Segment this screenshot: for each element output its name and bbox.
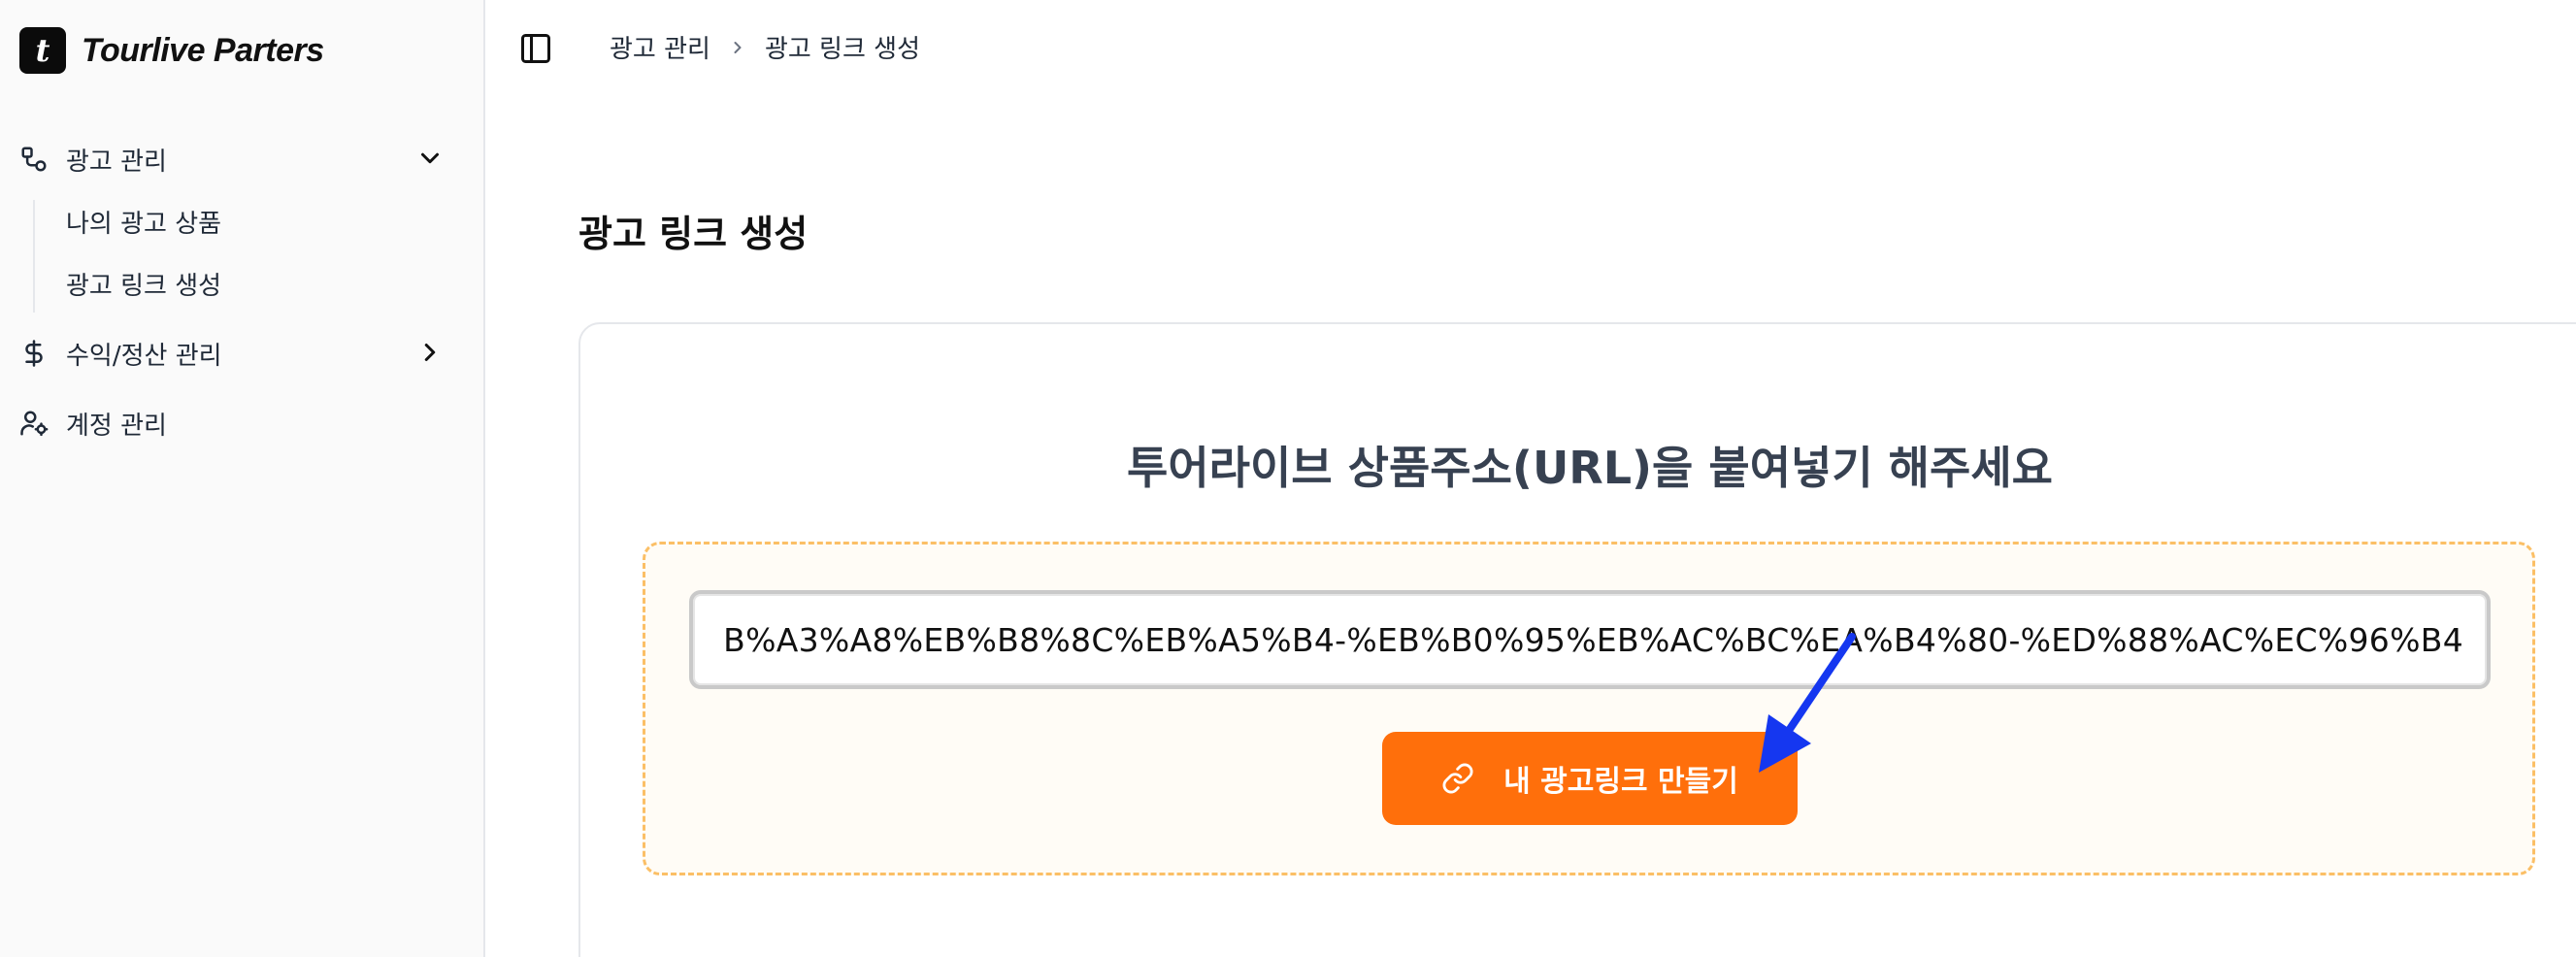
- app-root: t Tourlive Parters 광고 관리 나의 광고 상품 광고 링크 …: [0, 0, 2576, 957]
- sidebar-subitem-create-ad-link[interactable]: 광고 링크 생성: [66, 260, 221, 307]
- sidebar-item-label: 계정 관리: [66, 411, 167, 441]
- sidebar-subitem-my-ad-products[interactable]: 나의 광고 상품: [66, 198, 221, 245]
- sidebar-item-label: 광고 관리: [66, 147, 167, 177]
- breadcrumb-item-current: 광고 링크 생성: [764, 35, 921, 64]
- dollar-icon: [17, 337, 50, 370]
- brand-logo: t: [19, 27, 66, 74]
- sidebar-item-label: 수익/정산 관리: [66, 341, 222, 371]
- chevron-right-icon[interactable]: [415, 338, 445, 367]
- breadcrumb-item-ad-management[interactable]: 광고 관리: [610, 29, 710, 65]
- page-title: 광고 링크 생성: [578, 213, 809, 255]
- chevron-down-icon[interactable]: [415, 144, 445, 173]
- breadcrumb: 광고 관리 광고 링크 생성: [610, 29, 920, 65]
- sidebar-toggle-icon[interactable]: [518, 31, 553, 66]
- sidebar-item-ad-management[interactable]: 광고 관리: [17, 132, 454, 186]
- url-prompt-heading: 투어라이브 상품주소(URL)을 붙여넣기 해주세요: [1127, 442, 2053, 494]
- sidebar: t Tourlive Parters 광고 관리 나의 광고 상품 광고 링크 …: [0, 0, 485, 957]
- sidebar-item-revenue-settlement[interactable]: 수익/정산 관리: [17, 326, 454, 380]
- link-icon: [1442, 763, 1473, 794]
- chevron-right-icon: [734, 41, 742, 53]
- url-input-value[interactable]: B%A3%A8%EB%B8%8C%EB%A5%B4-%EB%B0%95%EB%A…: [695, 596, 2485, 683]
- brand[interactable]: t Tourlive Parters: [19, 27, 324, 74]
- sidebar-item-account-management[interactable]: 계정 관리: [17, 396, 454, 450]
- create-ad-link-button[interactable]: 내 광고링크 만들기: [1382, 732, 1798, 825]
- user-cog-icon: [17, 407, 50, 440]
- create-ad-link-button-label: 내 광고링크 만들기: [1503, 765, 1738, 799]
- submenu-divider: [33, 200, 35, 313]
- workflow-icon: [17, 143, 50, 176]
- brand-name: Tourlive Parters: [82, 31, 324, 69]
